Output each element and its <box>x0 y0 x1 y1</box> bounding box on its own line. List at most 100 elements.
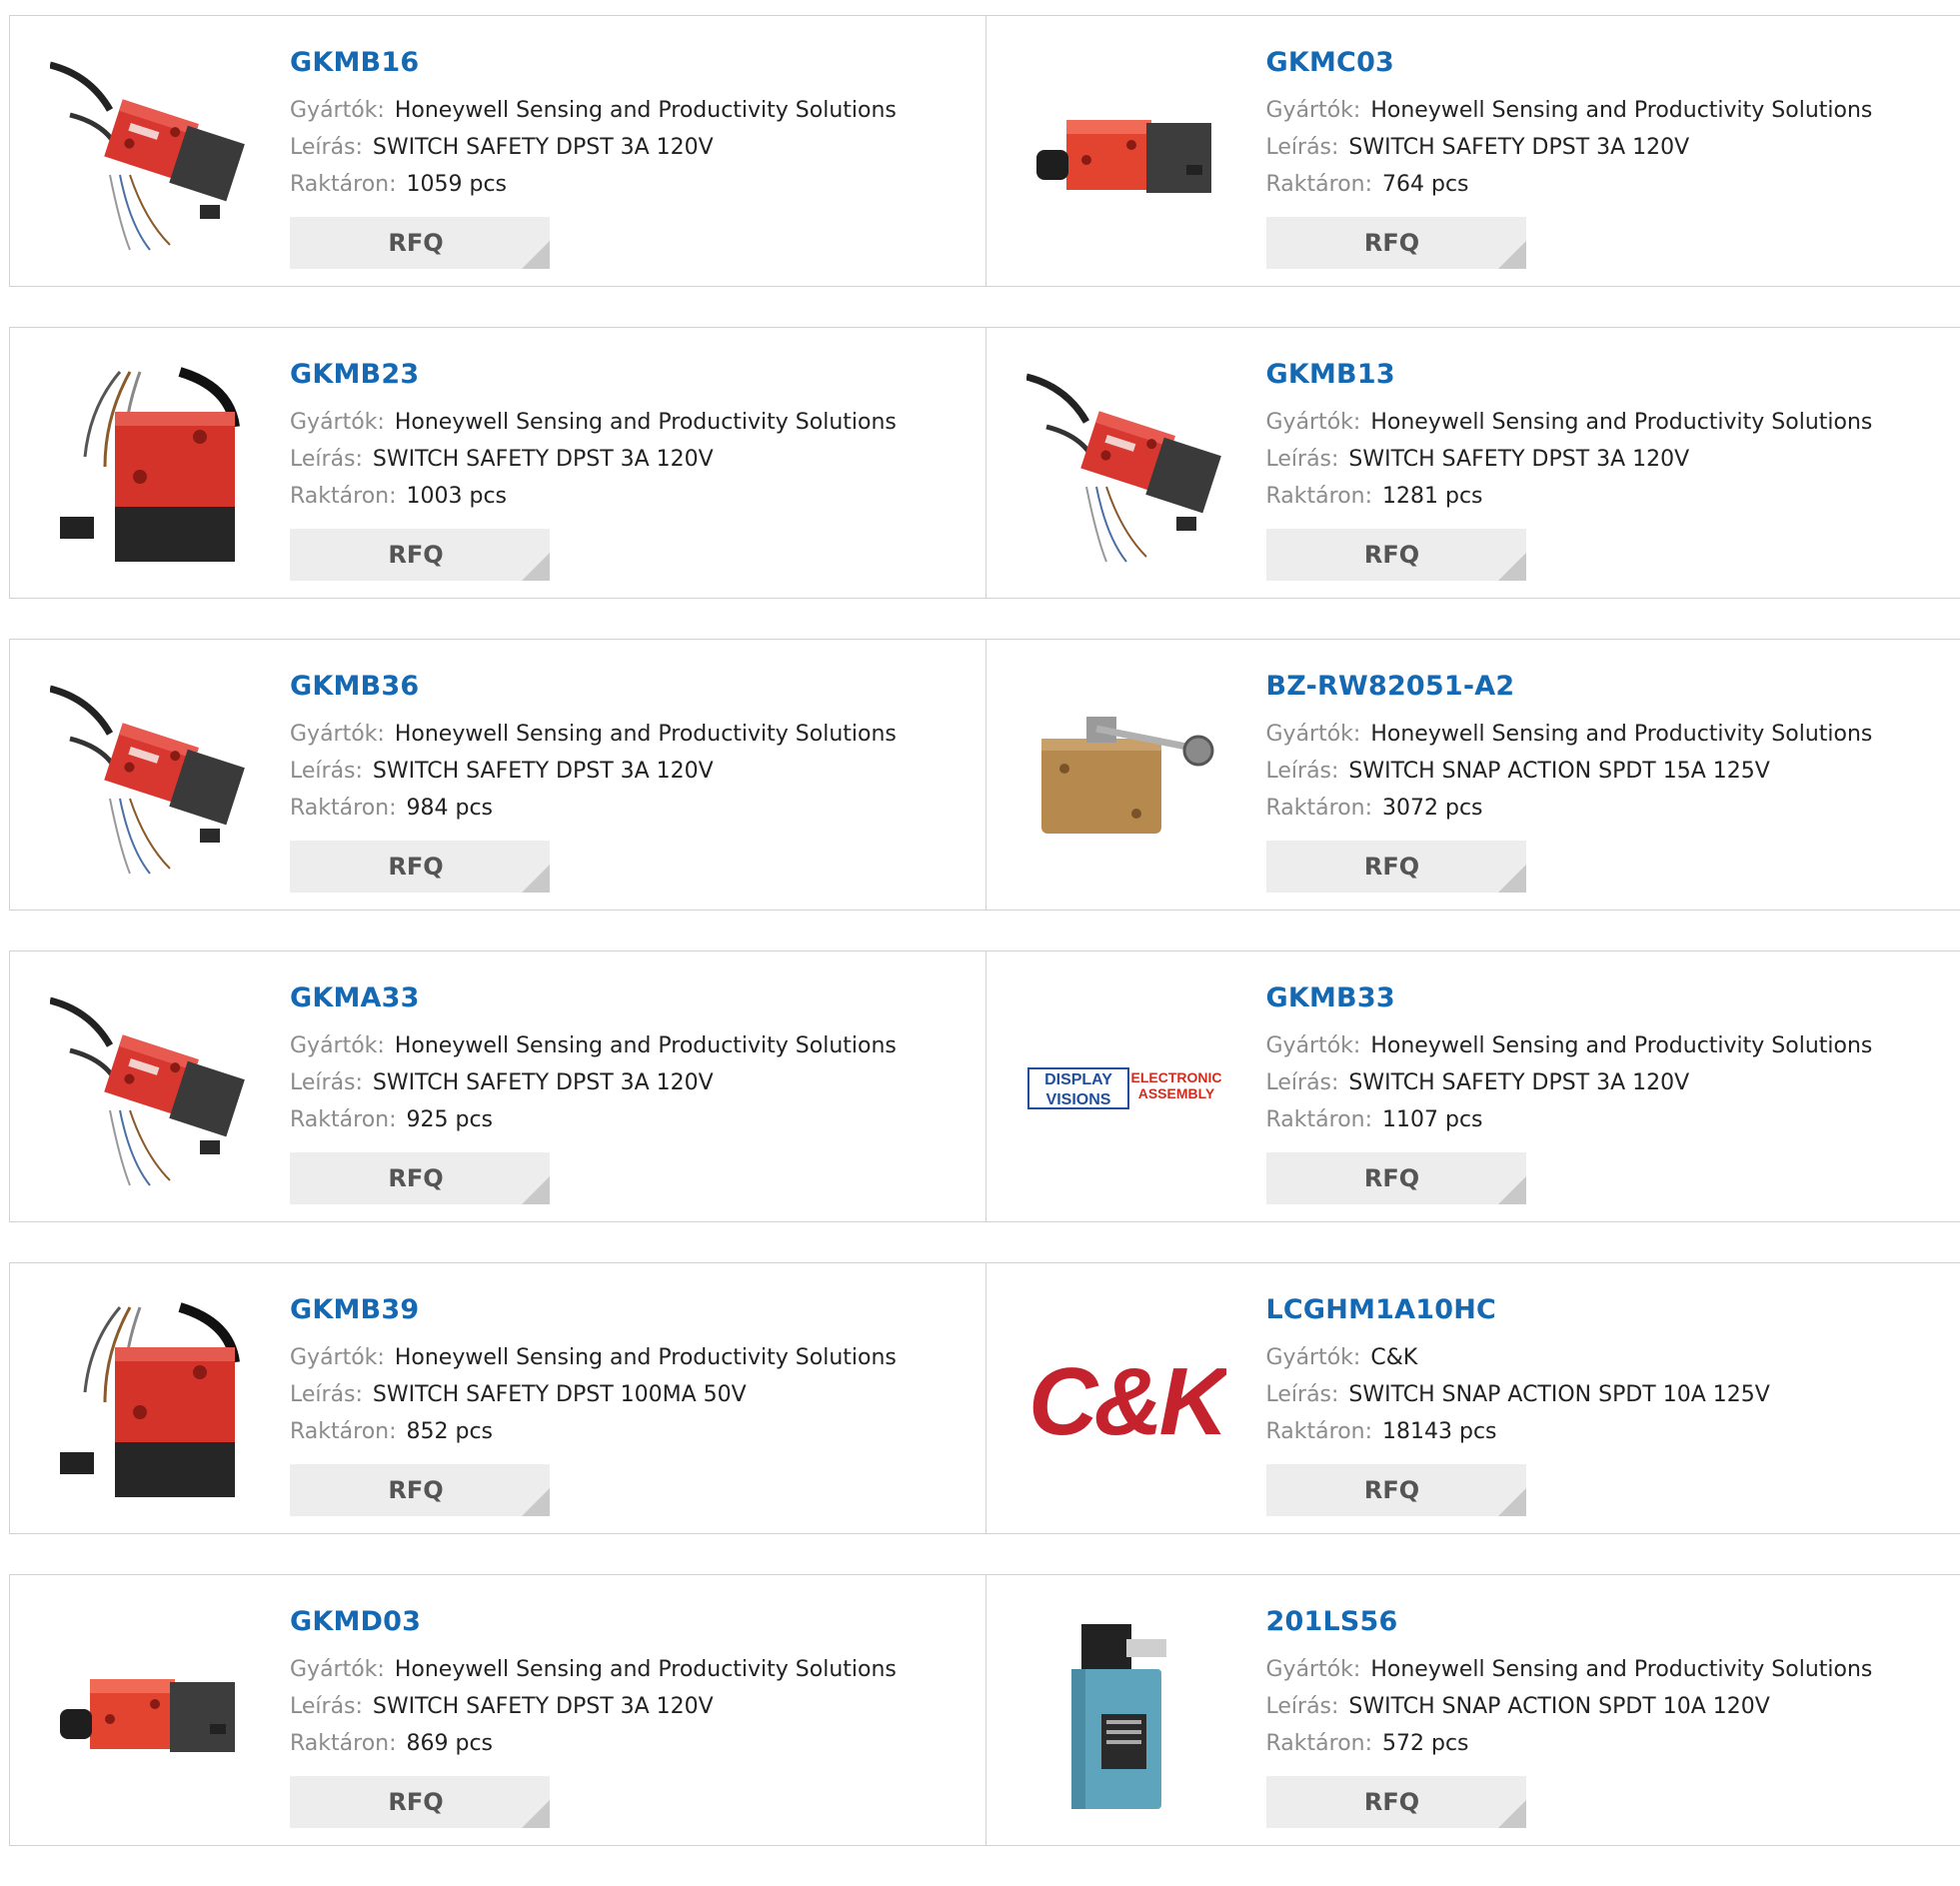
manufacturer-line: Gyártók:C&K <box>1266 1339 1951 1376</box>
product-name-link[interactable]: GKMB39 <box>290 1293 976 1327</box>
product-name-link[interactable]: GKMB36 <box>290 670 976 704</box>
manufacturer-label: Gyártók: <box>290 1345 385 1370</box>
manufacturer-line: Gyártók: Honeywell Sensing and Productivi… <box>1266 92 1951 129</box>
stock-line: Raktáron:1059 pcs <box>290 166 976 203</box>
product-image[interactable]: C&K <box>1026 1302 1226 1502</box>
product-image[interactable] <box>1026 679 1226 879</box>
description-value: SWITCH SAFETY DPST 3A 120V <box>373 135 714 160</box>
manufacturer-label: Gyártók: <box>1266 1033 1361 1058</box>
description-value: SWITCH SAFETY DPST 3A 120V <box>1348 447 1689 472</box>
manufacturer-value: Honeywell Sensing and Productivity Solut… <box>1370 1033 1872 1058</box>
manufacturer-value: Honeywell Sensing and Productivity Solut… <box>395 1033 897 1058</box>
product-name-link[interactable]: BZ-RW82051-A2 <box>1266 670 1951 704</box>
stock-value: 925 pcs <box>407 1107 494 1132</box>
rfq-button[interactable]: RFQ <box>1266 841 1526 893</box>
product-name-link[interactable]: GKMB13 <box>1266 358 1951 392</box>
product-image[interactable] <box>50 679 250 879</box>
description-label: Leírás: <box>290 1694 363 1719</box>
description-value: SWITCH SAFETY DPST 3A 120V <box>373 1694 714 1719</box>
stock-line: Raktáron:1281 pcs <box>1266 478 1951 515</box>
product-row: GKMB36 Gyártók:Honeywell Sensing and Pro… <box>9 639 1960 911</box>
manufacturer-label: Gyártók: <box>290 1657 385 1682</box>
manufacturer-label: Gyártók: <box>1266 98 1361 123</box>
manufacturer-value: Honeywell Sensing and Productivity Solut… <box>1370 98 1872 123</box>
rfq-button[interactable]: RFQ <box>1266 1776 1526 1828</box>
product-name-link[interactable]: GKMD03 <box>290 1605 976 1639</box>
description-label: Leírás: <box>1266 759 1339 784</box>
product-image[interactable] <box>50 990 250 1190</box>
product-card: GKMB13 Gyártók:Honeywell Sensing and Pro… <box>985 328 1960 598</box>
stock-value: 984 pcs <box>407 796 494 821</box>
rfq-label: RFQ <box>1364 1164 1419 1192</box>
product-info: 201LS56 Gyártók: Honeywell Sensing and Pr… <box>1266 1605 1951 1828</box>
corner-decoration <box>1498 1488 1526 1516</box>
product-info: GKMB23 Gyártók:Honeywell Sensing and Pro… <box>290 358 976 581</box>
rfq-button[interactable]: RFQ <box>290 1464 550 1516</box>
rfq-button[interactable]: RFQ <box>1266 1152 1526 1204</box>
manufacturer-line: Gyártók:Honeywell Sensing and Productivi… <box>1266 404 1951 441</box>
rfq-button[interactable]: RFQ <box>290 1152 550 1204</box>
manufacturer-value: Honeywell Sensing and Productivity Solut… <box>395 1345 897 1370</box>
stock-label: Raktáron: <box>290 1107 397 1132</box>
stock-line: Raktáron: 925 pcs <box>290 1101 976 1138</box>
description-line: Leírás:SWITCH SAFETY DPST 100MA 50V <box>290 1376 976 1413</box>
manufacturer-value: Honeywell Sensing and Productivity Solut… <box>395 410 897 435</box>
product-image[interactable] <box>50 55 250 255</box>
product-card: C&K LCGHM1A10HC Gyártók:C&K Leírás:SWITC… <box>985 1263 1960 1533</box>
stock-line: Raktáron:764 pcs <box>1266 166 1951 203</box>
manufacturer-value: Honeywell Sensing and Productivity Solut… <box>395 722 897 747</box>
product-image[interactable] <box>50 367 250 567</box>
product-image[interactable] <box>50 1614 250 1814</box>
corner-decoration <box>522 1488 550 1516</box>
product-image[interactable]: DISPLAY VISIONS ELECTRONIC ASSEMBLY <box>1026 990 1226 1190</box>
rfq-button[interactable]: RFQ <box>1266 217 1526 269</box>
manufacturer-label: Gyártók: <box>1266 1657 1361 1682</box>
product-name-link[interactable]: GKMB33 <box>1266 981 1951 1015</box>
product-image[interactable] <box>1026 367 1226 567</box>
corner-decoration <box>1498 865 1526 893</box>
manufacturer-label: Gyártók: <box>1266 410 1361 435</box>
manufacturer-value: Honeywell Sensing and Productivity Solut… <box>1370 722 1872 747</box>
product-name-link[interactable]: LCGHM1A10HC <box>1266 1293 1951 1327</box>
rfq-button[interactable]: RFQ <box>1266 529 1526 581</box>
product-name-link[interactable]: GKMB23 <box>290 358 976 392</box>
product-card: GKMC03 Gyártók: Honeywell Sensing and Pro… <box>985 16 1960 286</box>
description-label: Leírás: <box>1266 447 1339 472</box>
logo-text: DISPLAY <box>1044 1071 1112 1088</box>
rfq-button[interactable]: RFQ <box>290 529 550 581</box>
description-value: SWITCH SNAP ACTION SPDT 10A 120V <box>1348 1694 1769 1719</box>
stock-line: Raktáron:869 pcs <box>290 1725 976 1762</box>
product-row: GKMD03 Gyártók: Honeywell Sensing and Pro… <box>9 1574 1960 1846</box>
description-label: Leírás: <box>290 759 363 784</box>
description-label: Leírás: <box>1266 135 1339 160</box>
manufacturer-line: Gyártók: Honeywell Sensing and Productivi… <box>290 1339 976 1376</box>
product-info: GKMB16 Gyártók:Honeywell Sensing and Pro… <box>290 46 976 269</box>
product-name-link[interactable]: GKMA33 <box>290 981 976 1015</box>
description-line: Leírás: SWITCH SAFETY DPST 3A 120V <box>1266 441 1951 478</box>
product-name-link[interactable]: 201LS56 <box>1266 1605 1951 1639</box>
stock-label: Raktáron: <box>290 172 397 197</box>
stock-value: 764 pcs <box>1382 172 1469 197</box>
product-info: BZ-RW82051-A2 Gyártók:Honeywell Sensing … <box>1266 670 1951 893</box>
product-image[interactable] <box>1026 1614 1226 1814</box>
product-info: GKMA33 Gyártók: Honeywell Sensing and Pro… <box>290 981 976 1204</box>
product-card: GKMB16 Gyártók:Honeywell Sensing and Pro… <box>10 16 985 286</box>
rfq-button[interactable]: RFQ <box>290 841 550 893</box>
corner-decoration <box>522 1176 550 1204</box>
manufacturer-value: Honeywell Sensing and Productivity Solut… <box>1370 1657 1872 1682</box>
description-line: Leírás: SWITCH SAFETY DPST 3A 120V <box>290 1688 976 1725</box>
rfq-button[interactable]: RFQ <box>290 1776 550 1828</box>
product-image[interactable] <box>1026 55 1226 255</box>
manufacturer-label: Gyártók: <box>290 1033 385 1058</box>
product-image[interactable] <box>50 1302 250 1502</box>
rfq-label: RFQ <box>388 853 443 881</box>
product-name-link[interactable]: GKMB16 <box>290 46 976 80</box>
rfq-label: RFQ <box>1364 1788 1419 1816</box>
product-name-link[interactable]: GKMC03 <box>1266 46 1951 80</box>
stock-label: Raktáron: <box>1266 1731 1373 1756</box>
rfq-button[interactable]: RFQ <box>290 217 550 269</box>
rfq-button[interactable]: RFQ <box>1266 1464 1526 1516</box>
logo-text: C&K <box>1028 1348 1226 1455</box>
product-row: GKMB16 Gyártók: Honeywell Sensing and Pro… <box>9 15 1960 287</box>
product-info: GKMD03 Gyártók:Honeywell Sensing and Pro… <box>290 1605 976 1828</box>
